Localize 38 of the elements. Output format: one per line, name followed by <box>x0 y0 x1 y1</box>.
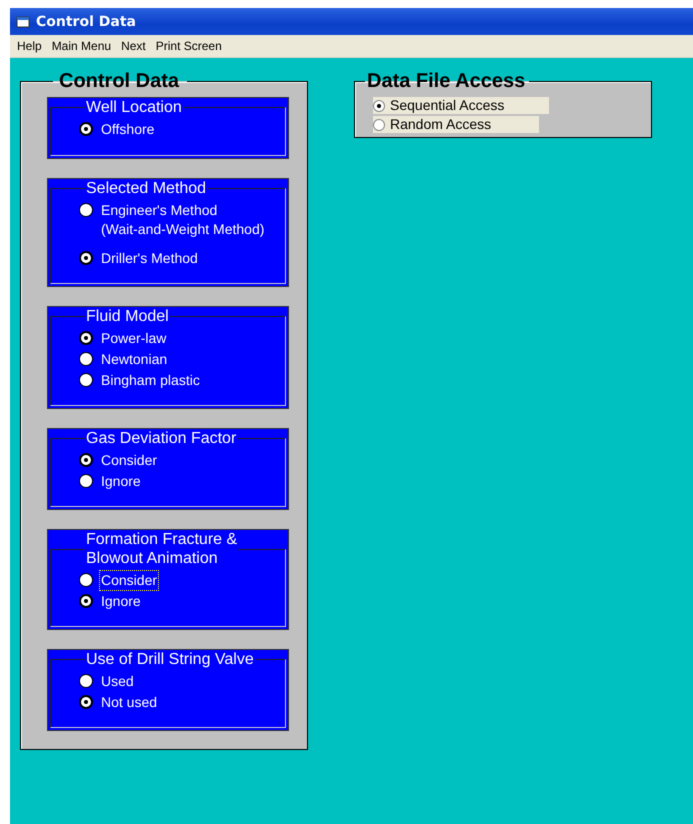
radio-button[interactable] <box>79 352 93 366</box>
option-label[interactable]: Engineer's Method (Wait-and-Weight Method) <box>99 200 266 240</box>
option-label[interactable]: Ignore <box>99 471 143 492</box>
window-icon <box>16 16 30 28</box>
radio-button[interactable] <box>79 474 93 488</box>
group-title: Fluid Model <box>85 307 170 326</box>
option-label[interactable]: Bingham plastic <box>99 370 202 391</box>
option-label[interactable]: Power-law <box>99 328 168 349</box>
radio-button[interactable] <box>79 331 93 345</box>
radio-button[interactable] <box>79 251 93 265</box>
group-title: Well Location <box>85 98 183 117</box>
radio-button[interactable] <box>79 453 93 467</box>
radio-button[interactable] <box>79 674 93 688</box>
group-title: Gas Deviation Factor <box>85 429 238 448</box>
option-label[interactable]: Newtonian <box>99 349 170 370</box>
option-label[interactable]: Offshore <box>99 119 156 140</box>
radio-button[interactable] <box>79 594 93 608</box>
option-label[interactable]: Ignore <box>99 591 143 612</box>
radio-button[interactable] <box>79 373 93 387</box>
option-label[interactable]: Consider <box>99 450 160 471</box>
radio-button[interactable] <box>79 695 93 709</box>
group-title: Formation Fracture & Blowout Animation <box>85 530 238 568</box>
group-title: Use of Drill String Valve <box>85 650 255 669</box>
option-label[interactable]: Used <box>99 671 136 692</box>
menu-item[interactable]: Print Screen <box>150 39 227 53</box>
group-title: Selected Method <box>85 179 208 198</box>
menu-item[interactable]: Help <box>12 39 47 53</box>
radio-button[interactable] <box>79 122 93 136</box>
radio-button[interactable] <box>373 118 385 130</box>
menu-item[interactable]: Next <box>116 39 151 53</box>
radio-button[interactable] <box>79 573 93 587</box>
option-label[interactable]: Consider <box>99 570 160 591</box>
radio-button[interactable] <box>79 203 93 217</box>
window-title: Control Data <box>36 14 136 30</box>
option-label[interactable]: Not used <box>99 692 160 713</box>
option-label[interactable]: Driller's Method <box>99 248 200 269</box>
menu-item[interactable]: Main Menu <box>46 39 116 53</box>
radio-button[interactable] <box>373 100 385 112</box>
